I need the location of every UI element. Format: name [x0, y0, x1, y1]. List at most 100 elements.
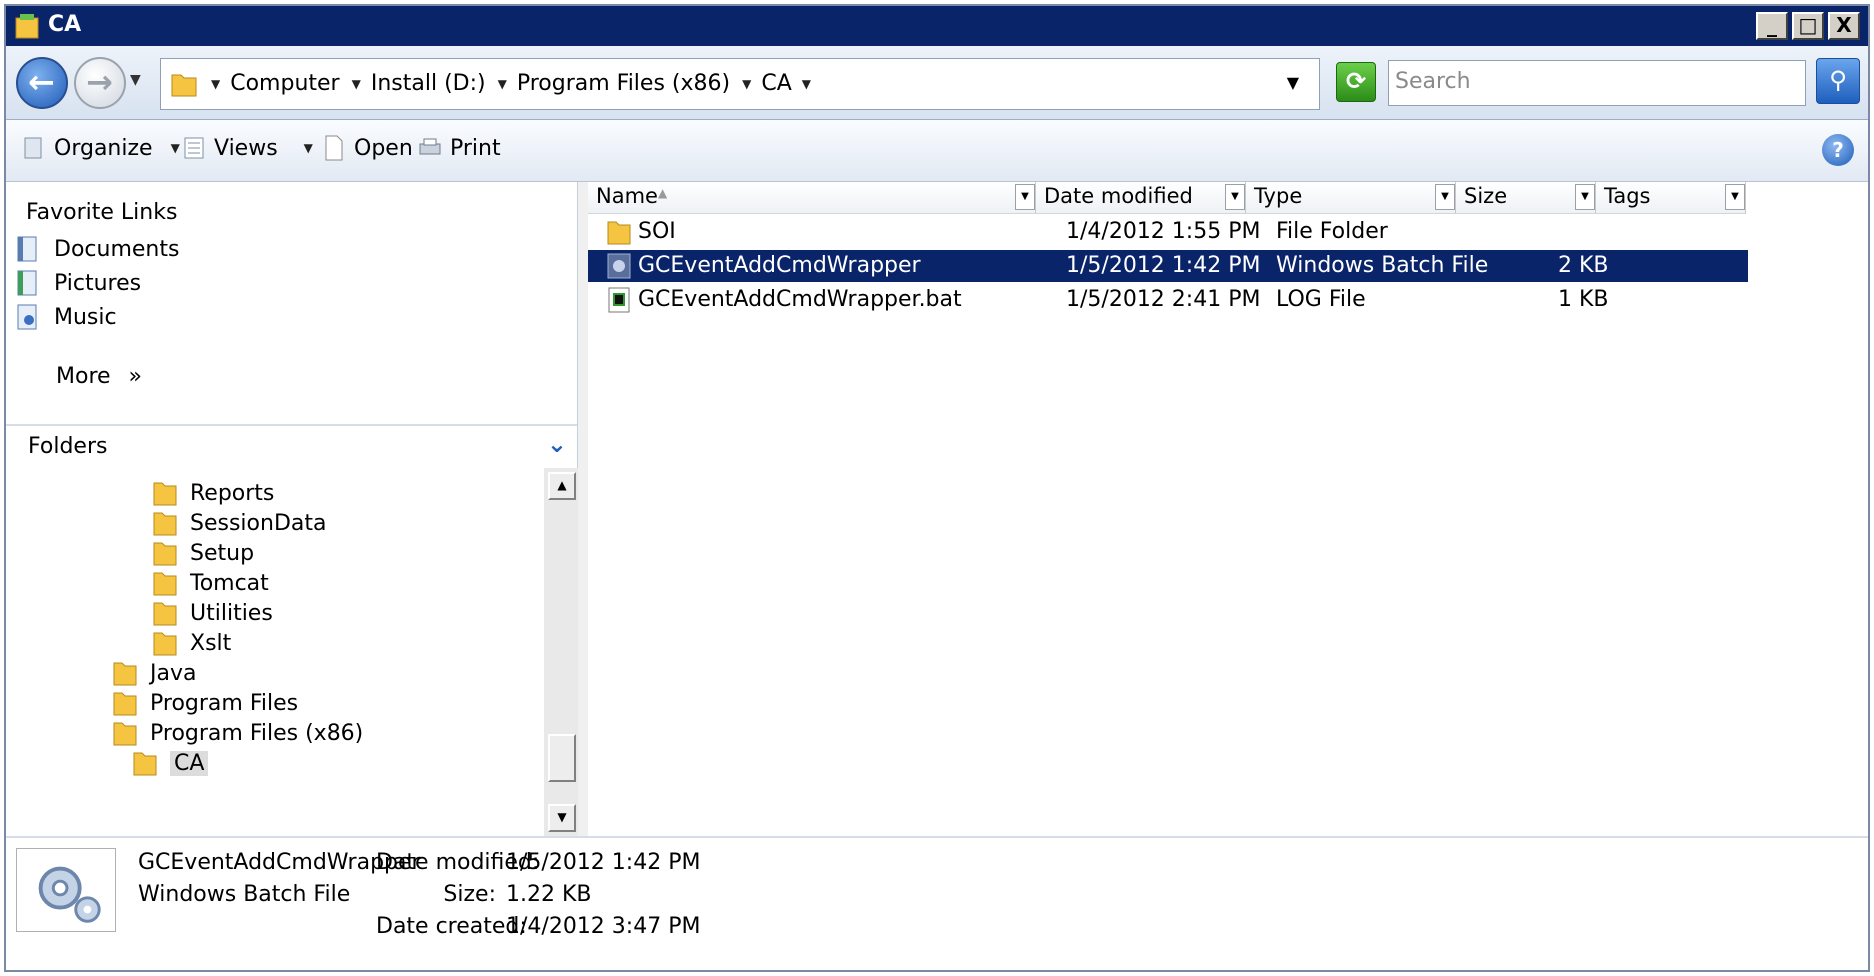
- chevron-down-icon[interactable]: ▼: [1435, 184, 1455, 210]
- music-icon: [17, 304, 37, 330]
- details-file-type: Windows Batch File: [138, 882, 351, 907]
- documents-icon: [17, 236, 37, 262]
- crumb-computer[interactable]: ▼ Computer: [211, 71, 340, 96]
- arrow-right-icon: →: [86, 63, 113, 101]
- details-date-created: 1/4/2012 3:47 PM: [506, 914, 701, 939]
- folder-icon: [153, 542, 177, 566]
- document-icon: [325, 135, 343, 161]
- refresh-button[interactable]: ⟳: [1336, 62, 1376, 102]
- tree-item-xslt[interactable]: Xslt: [152, 628, 231, 658]
- crumb-program-files-x86[interactable]: ▼ Program Files (x86): [498, 71, 731, 96]
- chevron-down-icon[interactable]: ⌄: [547, 430, 567, 458]
- crumb-install-d[interactable]: ▼ Install (D:): [352, 71, 486, 96]
- folder-icon: [607, 221, 631, 245]
- close-button[interactable]: X: [1828, 12, 1860, 40]
- sort-ascending-icon: ▲: [658, 186, 668, 200]
- open-button[interactable]: Open: [322, 134, 413, 162]
- column-header-name[interactable]: Name ▲ ▼: [588, 182, 1036, 214]
- chevron-down-icon[interactable]: ▼: [1725, 184, 1745, 210]
- address-bar: ← → ▼ ▼ Computer ▼ Install (D:) ▼ Program F…: [6, 46, 1868, 120]
- views-icon: [184, 137, 204, 159]
- caret-right-icon[interactable]: ▼: [352, 77, 361, 91]
- caret-right-icon[interactable]: ▼: [742, 77, 751, 91]
- favorite-documents[interactable]: Documents: [14, 234, 179, 264]
- file-size: 2 KB: [1558, 253, 1609, 278]
- minimize-button[interactable]: _: [1756, 12, 1788, 40]
- gear-file-icon: [607, 253, 631, 279]
- recent-pages-dropdown[interactable]: ▼: [130, 72, 141, 88]
- tree-item-utilities[interactable]: Utilities: [152, 598, 273, 628]
- magnifier-icon: ⚲: [1829, 66, 1847, 94]
- forward-button[interactable]: →: [74, 57, 126, 109]
- chevron-down-icon[interactable]: ▼: [1225, 184, 1245, 210]
- folders-header[interactable]: Folders ⌄: [6, 424, 577, 468]
- file-date: 1/5/2012 1:42 PM: [1066, 253, 1261, 278]
- folders-title: Folders: [28, 434, 108, 459]
- folder-icon: [113, 692, 137, 716]
- log-file-icon: [608, 287, 630, 313]
- favorite-pictures[interactable]: Pictures: [14, 268, 141, 298]
- caret-right-icon[interactable]: ▼: [498, 77, 507, 91]
- folder-tree-scrollbar[interactable]: ▲ ▼: [544, 468, 578, 836]
- more-favorites-link[interactable]: More »: [56, 364, 142, 389]
- column-header-size[interactable]: Size ▼: [1456, 182, 1596, 214]
- tree-item-tomcat[interactable]: Tomcat: [152, 568, 269, 598]
- organize-button[interactable]: Organize ▼: [22, 134, 180, 162]
- folder-icon: [171, 74, 197, 97]
- chevron-down-icon[interactable]: ▼: [1015, 184, 1035, 210]
- details-size-label: Size:: [443, 882, 496, 907]
- tree-item-program-files-x86[interactable]: Program Files (x86): [112, 718, 363, 748]
- chevron-down-icon[interactable]: ▼: [1575, 184, 1595, 210]
- search-button[interactable]: ⚲: [1816, 58, 1860, 104]
- scroll-thumb[interactable]: [548, 734, 576, 782]
- tree-item-ca[interactable]: CA: [132, 748, 209, 778]
- file-row[interactable]: GCEventAddCmdWrapper.bat 1/5/2012 2:41 P…: [588, 284, 1748, 316]
- print-button[interactable]: Print: [418, 134, 501, 162]
- favorite-music[interactable]: Music: [14, 302, 117, 332]
- details-date-created-label: Date created:: [376, 914, 527, 939]
- column-header-type[interactable]: Type ▼: [1246, 182, 1456, 214]
- search-input[interactable]: Search: [1388, 60, 1806, 106]
- crumb-ca[interactable]: ▼ CA ▼: [742, 71, 811, 96]
- file-type: File Folder: [1276, 219, 1388, 244]
- details-date-modified: 1/5/2012 1:42 PM: [506, 850, 701, 875]
- column-header-tags[interactable]: Tags ▼: [1596, 182, 1746, 214]
- caret-right-icon[interactable]: ▼: [211, 77, 220, 91]
- explorer-window: CA _ □ X ← → ▼ ▼ Computer ▼ Install (D:) ▼…: [4, 4, 1870, 972]
- tree-item-setup[interactable]: Setup: [152, 538, 254, 568]
- file-date: 1/4/2012 1:55 PM: [1066, 219, 1261, 244]
- file-row[interactable]: SOI 1/4/2012 1:55 PM File Folder: [588, 216, 1748, 248]
- file-size: 1 KB: [1558, 287, 1609, 312]
- folder-icon: [113, 722, 137, 746]
- help-button[interactable]: ?: [1822, 134, 1854, 166]
- scroll-down-button[interactable]: ▼: [548, 804, 576, 832]
- folder-icon: [153, 512, 177, 536]
- pictures-icon: [17, 270, 37, 296]
- file-row-selected[interactable]: GCEventAddCmdWrapper 1/5/2012 1:42 PM Wi…: [588, 250, 1748, 282]
- views-button[interactable]: Views ▼: [182, 134, 313, 162]
- maximize-button[interactable]: □: [1792, 12, 1824, 40]
- navigation-pane: Favorite Links Documents Pictures Music …: [6, 182, 578, 836]
- title-bar[interactable]: CA _ □ X: [6, 6, 1868, 46]
- caret-down-icon[interactable]: ▼: [802, 77, 811, 91]
- window-title: CA: [48, 12, 82, 37]
- tree-item-java[interactable]: Java: [112, 658, 196, 688]
- tree-item-reports[interactable]: Reports: [152, 478, 274, 508]
- command-toolbar: Organize ▼ Views ▼ Open Print ?: [6, 120, 1868, 182]
- tree-item-program-files[interactable]: Program Files: [112, 688, 298, 718]
- folder-icon: [153, 572, 177, 596]
- file-list: Name ▲ ▼ Date modified ▼ Type ▼ Size ▼ T…: [588, 182, 1868, 836]
- folder-icon: [153, 482, 177, 506]
- back-button[interactable]: ←: [16, 57, 68, 109]
- details-date-modified-label: Date modified:: [376, 850, 540, 875]
- folder-icon: [133, 752, 157, 776]
- column-header-date-modified[interactable]: Date modified ▼: [1036, 182, 1246, 214]
- chevron-down-icon: ▼: [303, 141, 313, 155]
- address-history-dropdown[interactable]: ▼: [1287, 73, 1299, 92]
- breadcrumb[interactable]: ▼ Computer ▼ Install (D:) ▼ Program Files (…: [160, 58, 1320, 110]
- gear-file-icon: [16, 848, 116, 932]
- chevron-down-icon: ▼: [170, 141, 180, 155]
- scroll-up-button[interactable]: ▲: [548, 472, 576, 500]
- folder-tree: Reports SessionData Setup Tomcat Utiliti…: [6, 468, 544, 836]
- tree-item-sessiondata[interactable]: SessionData: [152, 508, 326, 538]
